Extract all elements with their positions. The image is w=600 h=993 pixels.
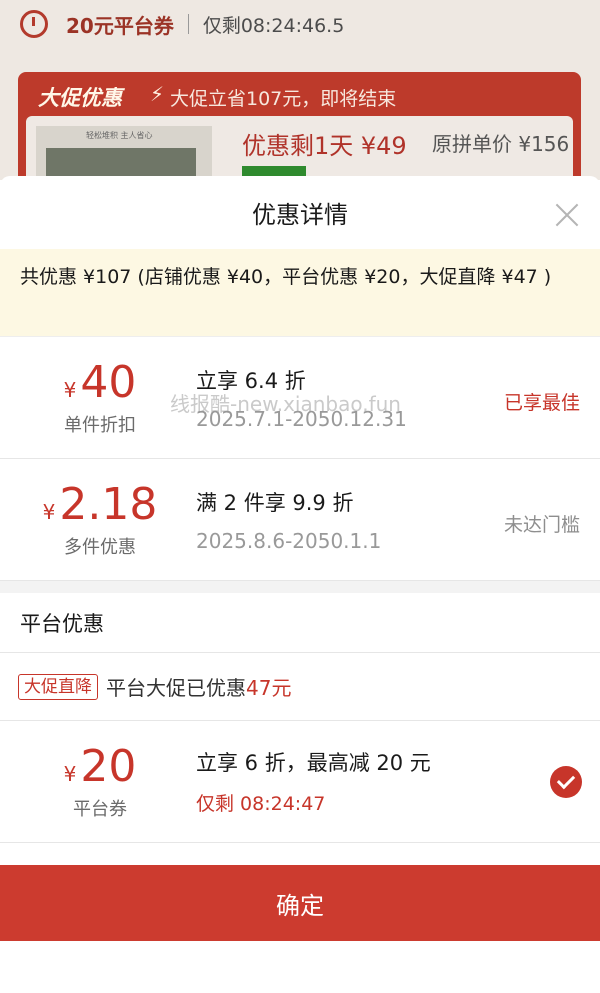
countdown-label: 仅剩08:24:46.5 — [202, 14, 345, 37]
lightning-icon: ⚡ — [150, 82, 165, 106]
promo-amount: 47元 — [246, 676, 292, 700]
product-thumbnail: 轻松堆积 主人省心 — [36, 126, 212, 180]
offer-type-label: 多件优惠 — [64, 537, 136, 558]
sheet-header: 优惠详情 — [0, 176, 600, 249]
offer-type-label: 单件折扣 — [64, 415, 136, 436]
discount-detail-sheet: 优惠详情 共优惠 ¥107 (店铺优惠 ¥40，平台优惠 ¥20，大促直降 ¥4… — [0, 176, 600, 993]
alarm-clock-icon — [20, 10, 48, 38]
sheet-title: 优惠详情 — [252, 201, 348, 229]
close-icon[interactable] — [554, 202, 580, 228]
offer-period: 2025.8.6-2050.1.1 — [196, 529, 382, 553]
promo-banner: 大促优惠 ⚡ 大促立省107元，即将结束 轻松堆积 主人省心 优惠剩1天 ¥49… — [18, 72, 581, 180]
offer-amount: ¥2.18 — [0, 479, 200, 530]
coupon-countdown: 仅剩 08:24:47 — [196, 793, 326, 815]
banner-subtitle: 大促立省107元，即将结束 — [170, 88, 397, 110]
currency-symbol: ¥ — [63, 378, 77, 402]
currency-symbol: ¥ — [63, 762, 77, 786]
confirm-button[interactable]: 确定 — [0, 865, 600, 941]
amount-value: 40 — [80, 357, 137, 408]
promo-tag: 大促直降 — [18, 673, 98, 700]
background-page: 20元平台券 仅剩08:24:46.5 大促优惠 ⚡ 大促立省107元，即将结束… — [0, 0, 600, 180]
currency-symbol: ¥ — [42, 500, 56, 524]
coupon-label: 20元平台券 — [66, 13, 174, 38]
divider — [187, 14, 189, 34]
platform-section-title: 平台优惠 — [0, 593, 600, 653]
section-gap — [0, 581, 600, 593]
offer-period: 2025.7.1-2050.12.31 — [196, 407, 407, 431]
offer-type-label: 平台券 — [73, 799, 127, 820]
offer-description: 立享 6 折，最高减 20 元 — [196, 751, 431, 775]
coupon-bar: 20元平台券 仅剩08:24:46.5 — [0, 0, 600, 48]
amount-value: 20 — [80, 741, 137, 792]
platform-coupon[interactable]: ¥20 平台券 立享 6 折，最高减 20 元 仅剩 08:24:47 — [0, 721, 600, 843]
discount-summary: 共优惠 ¥107 (店铺优惠 ¥40，平台优惠 ¥20，大促直降 ¥47 ) — [0, 249, 600, 337]
offer-amount: ¥20 — [0, 741, 200, 792]
product-card: 轻松堆积 主人省心 优惠剩1天 ¥49 原拼单价 ¥156 — [26, 116, 573, 180]
offer-description: 立享 6.4 折 — [196, 369, 306, 393]
deal-text: 优惠剩1天 ¥49 — [242, 132, 407, 160]
thumbnail-caption: 轻松堆积 主人省心 — [86, 131, 153, 140]
big-promo-row: 大促直降 平台大促已优惠 47元 — [0, 653, 600, 721]
amount-value: 2.18 — [59, 479, 158, 530]
checkmark-icon[interactable] — [550, 766, 582, 798]
store-offer-multi: ¥2.18 多件优惠 满 2 件享 9.9 折 2025.8.6-2050.1.… — [0, 459, 600, 581]
offer-status: 已享最佳 — [503, 392, 580, 414]
offer-amount: ¥40 — [0, 357, 200, 408]
promo-text: 平台大促已优惠 — [106, 676, 246, 700]
store-offer-single: ¥40 单件折扣 立享 6.4 折 2025.7.1-2050.12.31 已享… — [0, 337, 600, 459]
original-price: 原拼单价 ¥156 — [432, 132, 570, 156]
offer-status: 未达门槛 — [503, 514, 580, 536]
offer-description: 满 2 件享 9.9 折 — [196, 491, 354, 515]
banner-title: 大促优惠 — [38, 86, 122, 110]
